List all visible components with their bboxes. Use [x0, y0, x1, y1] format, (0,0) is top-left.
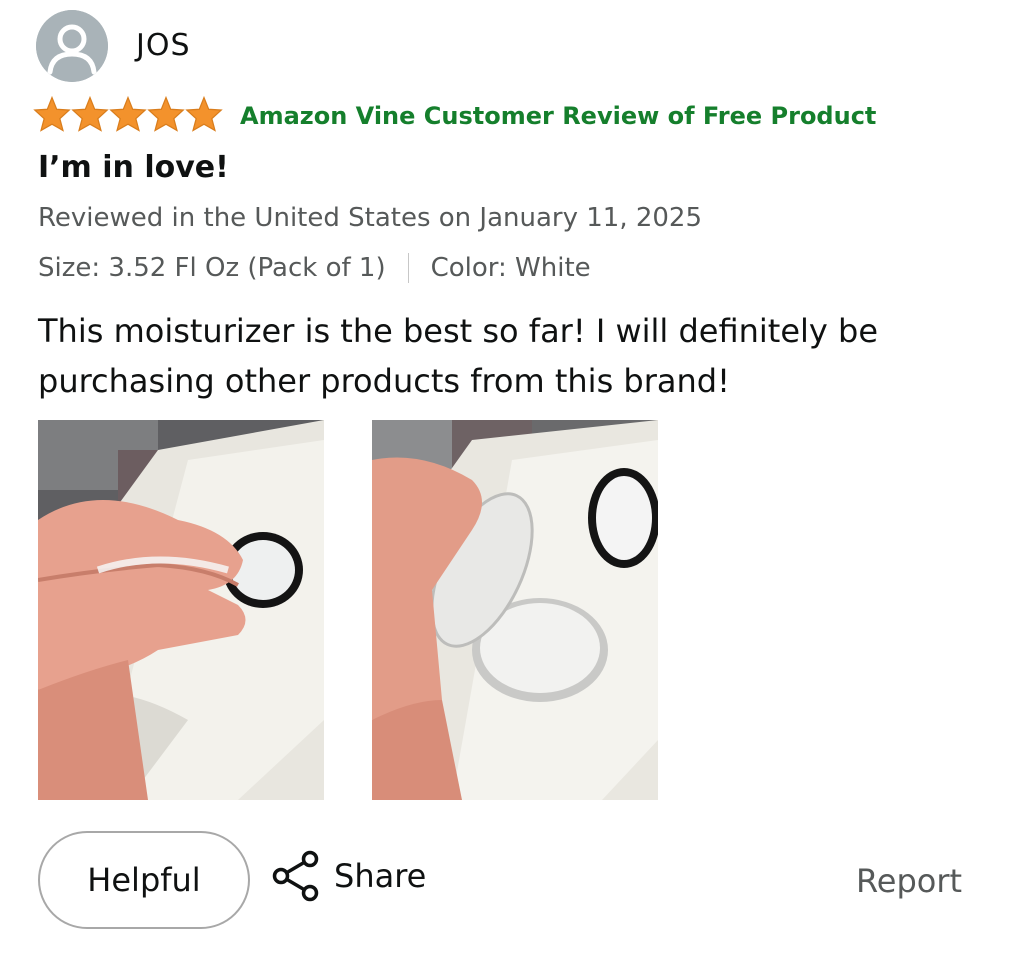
variant-color[interactable]: Color: White: [431, 253, 591, 283]
star-rating: [33, 96, 223, 132]
star-icon: [109, 96, 147, 132]
share-label: Share: [334, 857, 427, 895]
star-icon: [71, 96, 109, 132]
star-icon: [185, 96, 223, 132]
variant-size[interactable]: Size: 3.52 Fl Oz (Pack of 1): [38, 253, 386, 283]
share-icon: [272, 850, 319, 902]
vine-review-label: Amazon Vine Customer Review of Free Prod…: [240, 102, 877, 130]
star-icon: [147, 96, 185, 132]
star-icon: [33, 96, 71, 132]
helpful-button[interactable]: Helpful: [38, 831, 250, 929]
user-icon: [36, 10, 108, 82]
variant-divider: [407, 253, 409, 283]
reviewer-avatar: [36, 10, 108, 82]
review-date: Reviewed in the United States on January…: [38, 203, 703, 233]
share-button[interactable]: Share: [270, 850, 426, 902]
reviewer-name[interactable]: JOS: [136, 28, 191, 63]
review-photo[interactable]: [372, 420, 658, 800]
variant-info: Size: 3.52 Fl Oz (Pack of 1) Color: Whit…: [38, 253, 591, 283]
report-link[interactable]: Report: [856, 862, 962, 900]
review-photo-image: [38, 420, 324, 800]
review-photo-image: [372, 420, 658, 800]
review-photo[interactable]: [38, 420, 324, 800]
review-body: This moisturizer is the best so far! I w…: [38, 312, 879, 400]
review-title: I’m in love!: [38, 150, 229, 185]
